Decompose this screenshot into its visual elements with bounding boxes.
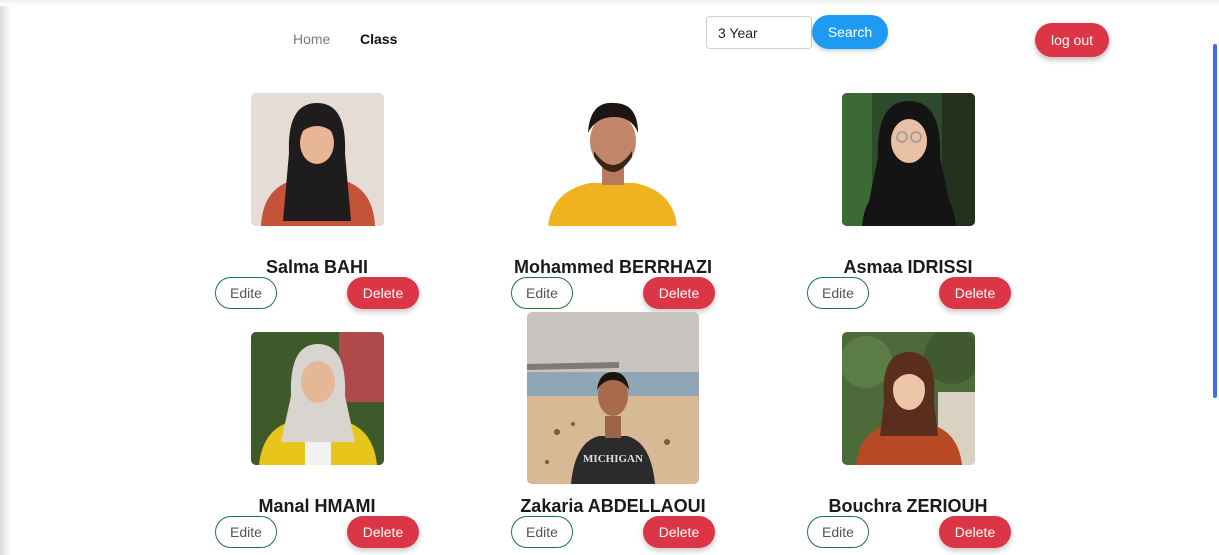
portrait-image — [251, 93, 384, 226]
portrait-image: MICHIGAN — [527, 312, 699, 484]
student-photo — [842, 93, 975, 226]
scrollbar-thumb[interactable] — [1213, 44, 1217, 398]
student-photo — [546, 93, 679, 226]
student-photo: MICHIGAN — [527, 312, 699, 484]
nav-home-link[interactable]: Home — [293, 31, 330, 47]
edit-button[interactable]: Edite — [215, 516, 277, 548]
student-photo — [842, 332, 975, 465]
student-name: Bouchra ZERIOUH — [828, 496, 988, 516]
svg-text:MICHIGAN: MICHIGAN — [583, 453, 643, 465]
student-name: Asmaa IDRISSI — [843, 257, 973, 277]
delete-button[interactable]: Delete — [643, 277, 715, 309]
logout-button[interactable]: log out — [1035, 23, 1109, 57]
edit-button[interactable]: Edite — [511, 277, 573, 309]
window-top-shadow — [0, 0, 1219, 6]
edit-button[interactable]: Edite — [807, 516, 869, 548]
portrait-image — [842, 332, 975, 465]
student-photo — [251, 332, 384, 465]
edit-button[interactable]: Edite — [511, 516, 573, 548]
student-name: Zakaria ABDELLAOUI — [520, 496, 706, 516]
portrait-image — [251, 332, 384, 465]
portrait-image — [546, 93, 679, 226]
student-photo — [251, 93, 384, 226]
delete-button[interactable]: Delete — [347, 516, 419, 548]
student-name: Manal HMAMI — [258, 496, 376, 516]
nav-class-link[interactable]: Class — [360, 31, 397, 47]
window-edge-shadow — [0, 0, 12, 555]
delete-button[interactable]: Delete — [643, 516, 715, 548]
student-name: Mohammed BERRHAZI — [513, 257, 712, 277]
delete-button[interactable]: Delete — [939, 516, 1011, 548]
portrait-image — [842, 93, 975, 226]
student-name: Salma BAHI — [265, 257, 369, 277]
delete-button[interactable]: Delete — [347, 277, 419, 309]
search-button[interactable]: Search — [812, 15, 888, 49]
search-input[interactable] — [706, 16, 812, 49]
delete-button[interactable]: Delete — [939, 277, 1011, 309]
edit-button[interactable]: Edite — [215, 277, 277, 309]
edit-button[interactable]: Edite — [807, 277, 869, 309]
